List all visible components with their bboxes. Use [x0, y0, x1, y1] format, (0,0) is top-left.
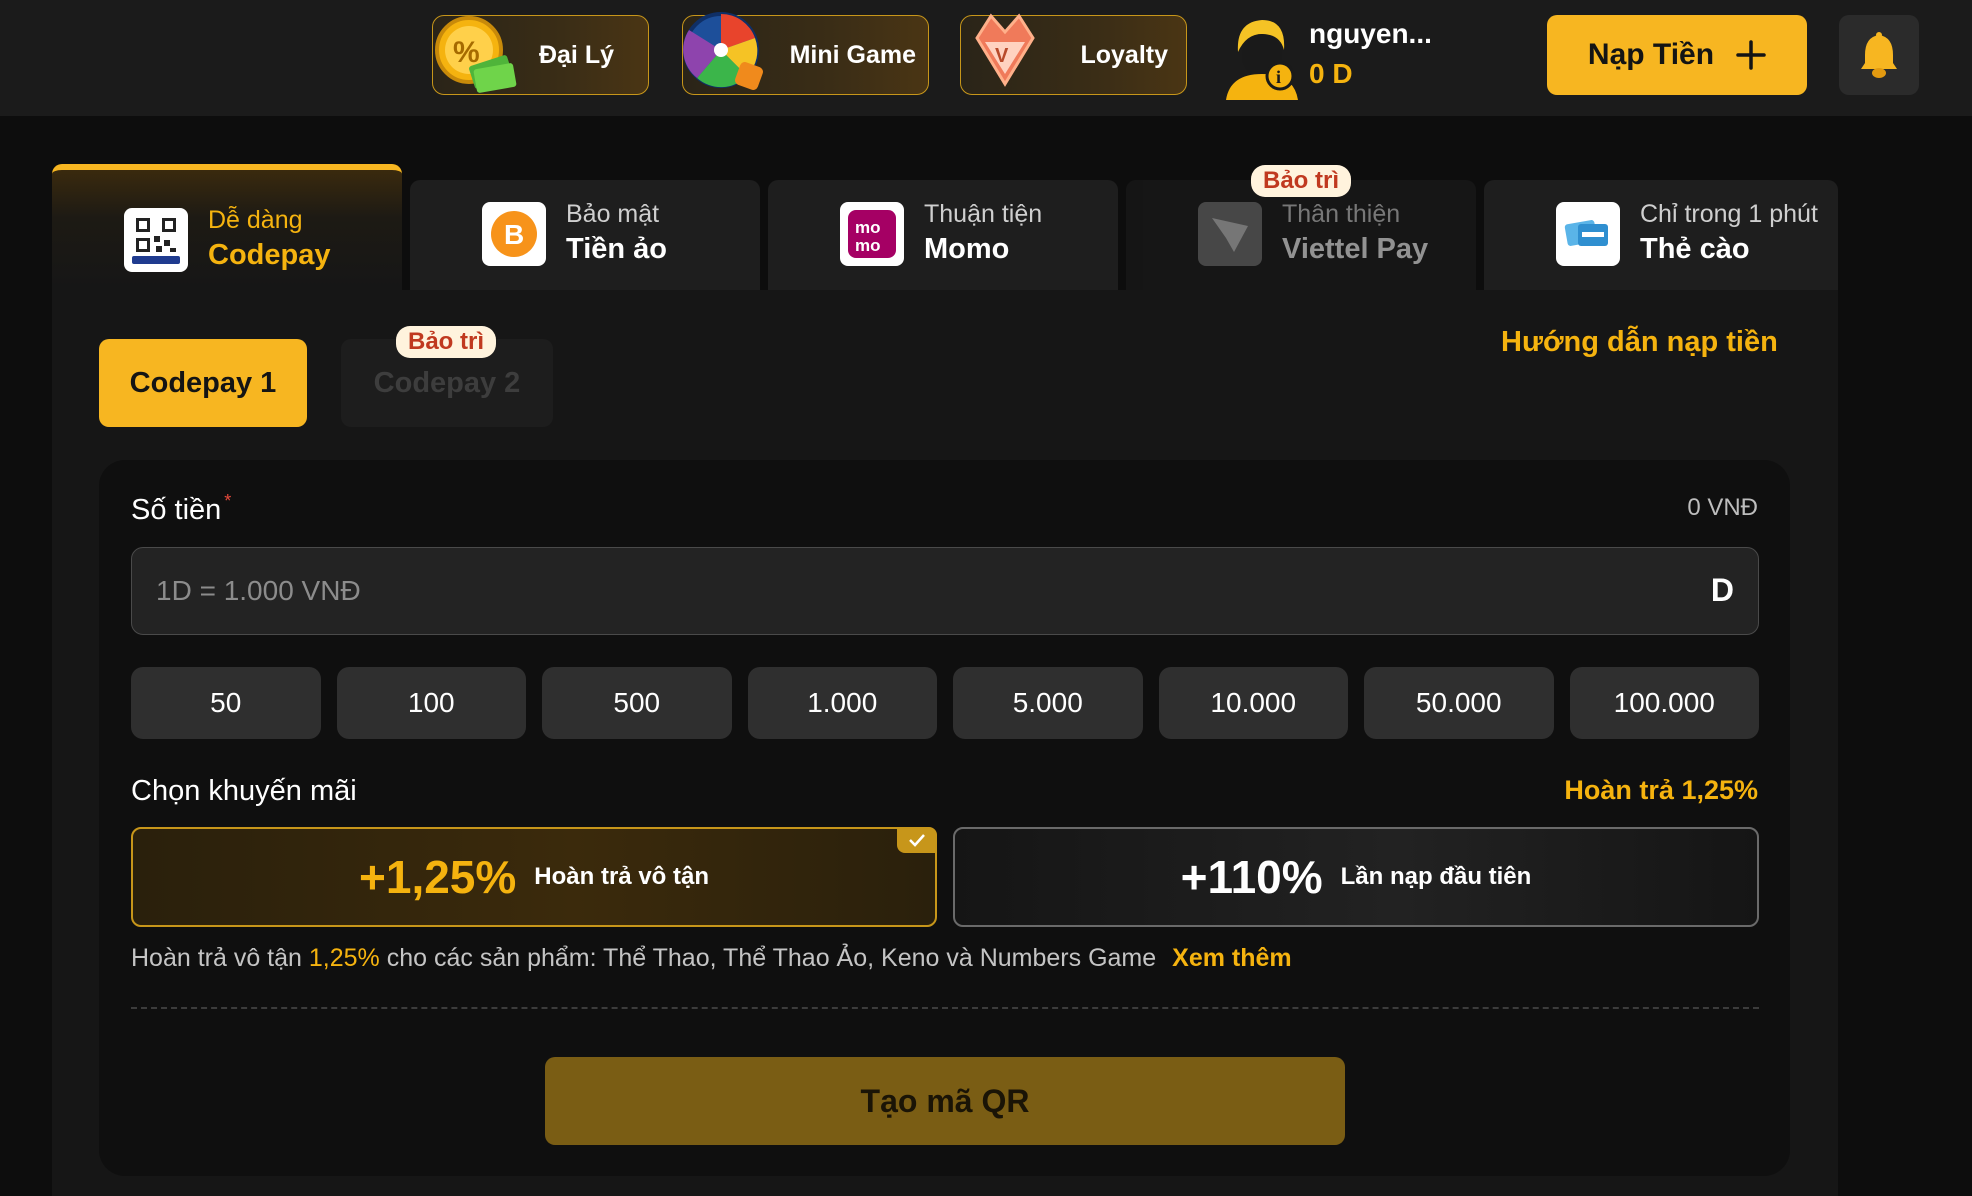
method-sub-label: Chỉ trong 1 phút [1640, 200, 1818, 228]
promo-percent: +1,25% [359, 851, 517, 903]
svg-text:%: % [453, 36, 480, 69]
nav-minigame-label: Mini Game [789, 40, 916, 69]
plus-icon [1736, 40, 1766, 70]
user-avatar-icon[interactable]: i [1220, 12, 1304, 102]
diamond-icon: V [975, 13, 1035, 87]
svg-text:V: V [995, 45, 1009, 67]
quick-amount-button[interactable]: 5.000 [953, 667, 1143, 739]
bell-icon [1861, 32, 1897, 78]
nav-loyalty-button[interactable]: V Loyalty [960, 13, 1187, 95]
bitcoin-icon: B [482, 202, 546, 266]
amount-field[interactable]: D [131, 547, 1759, 635]
divider [131, 1007, 1759, 1009]
promo-description: Lần nạp đầu tiên [1340, 863, 1532, 890]
deposit-guide-link[interactable]: Hướng dẫn nạp tiền [1501, 326, 1778, 359]
quick-amount-button[interactable]: 1.000 [747, 667, 937, 739]
required-mark: * [224, 491, 232, 511]
method-main-label: Viettel Pay [1282, 233, 1429, 265]
nav-minigame-button[interactable]: Mini Game [682, 12, 929, 95]
momo-icon: mo mo [840, 202, 904, 266]
method-main-label: Thẻ cào [1640, 233, 1750, 265]
svg-text:i: i [1276, 67, 1281, 87]
method-main-label: Codepay [208, 239, 331, 271]
promo-note-highlight: 1,25% [308, 944, 380, 972]
promo-description: Hoàn trả vô tận [534, 863, 709, 890]
see-more-link[interactable]: Xem thêm [1172, 944, 1291, 972]
scratch-card-icon [1556, 202, 1620, 266]
notification-button[interactable] [1839, 15, 1919, 95]
method-tab-crypto[interactable]: B Bảo mật Tiền ảo [410, 180, 760, 290]
amount-vnd-display: 0 VNĐ [1687, 494, 1758, 521]
svg-text:mo: mo [855, 218, 881, 237]
user-name[interactable]: nguyen... [1309, 18, 1432, 50]
method-tab-codepay[interactable]: Dễ dàng Codepay [52, 164, 402, 290]
quick-amount-list: 50 100 500 1.000 5.000 10.000 50.000 100… [131, 667, 1759, 739]
promo-selected-summary: Hoàn trả 1,25% [1564, 775, 1758, 805]
promo-note-prefix: Hoàn trả vô tận [131, 944, 309, 972]
maintenance-badge: Bảo trì [396, 326, 497, 358]
amount-label: Số tiền * [131, 491, 232, 527]
maintenance-badge: Bảo trì [1251, 165, 1352, 197]
quick-amount-button[interactable]: 50 [131, 667, 321, 739]
svg-text:mo: mo [855, 236, 881, 255]
nav-agent-label: Đại Lý [538, 40, 614, 69]
method-tab-momo[interactable]: mo mo Thuận tiện Momo [768, 180, 1118, 290]
quick-amount-button[interactable]: 50.000 [1364, 667, 1554, 739]
method-tab-scratch-card[interactable]: Chỉ trong 1 phút Thẻ cào [1484, 180, 1838, 290]
topup-label: Nạp Tiền [1587, 38, 1715, 71]
quick-amount-button[interactable]: 500 [542, 667, 732, 739]
user-balance: 0 D [1309, 58, 1353, 89]
promo-option-cashback[interactable]: +1,25% Hoàn trả vô tận [131, 827, 937, 927]
nav-loyalty-label: Loyalty [1080, 40, 1168, 69]
promo-note-suffix: cho các sản phẩm: Thể Thao, Thể Thao Ảo,… [379, 944, 1157, 972]
quick-amount-button[interactable]: 100 [336, 667, 526, 739]
agent-coin-icon: % [435, 16, 517, 93]
quick-amount-button[interactable]: 10.000 [1158, 667, 1348, 739]
amount-unit-label: D [1710, 572, 1734, 608]
method-main-label: Momo [924, 233, 1010, 265]
spin-wheel-icon [683, 12, 763, 90]
create-qr-button[interactable]: Tạo mã QR [545, 1057, 1345, 1145]
qr-codepay-icon [124, 208, 188, 272]
promo-note: Hoàn trả vô tận 1,25% cho các sản phẩm: … [131, 944, 1292, 973]
viettel-pay-icon [1198, 202, 1262, 266]
subtab-codepay-1[interactable]: Codepay 1 [99, 339, 307, 427]
promo-option-first-deposit[interactable]: +110% Lần nạp đầu tiên [953, 827, 1759, 927]
svg-text:B: B [504, 219, 524, 250]
amount-input[interactable] [156, 548, 1656, 633]
topup-button[interactable]: Nạp Tiền [1547, 15, 1807, 95]
method-sub-label: Dễ dàng [208, 206, 303, 234]
method-sub-label: Thuận tiện [924, 200, 1043, 228]
quick-amount-button[interactable]: 100.000 [1569, 667, 1759, 739]
check-icon [897, 827, 937, 853]
nav-agent-button[interactable]: % Đại Lý [432, 15, 649, 95]
amount-label-text: Số tiền [131, 494, 222, 526]
promo-title: Chọn khuyến mãi [131, 775, 357, 807]
method-sub-label: Bảo mật [566, 200, 660, 228]
method-main-label: Tiền ảo [566, 233, 667, 265]
promo-percent: +110% [1180, 851, 1323, 903]
method-sub-label: Thân thiện [1282, 200, 1401, 228]
